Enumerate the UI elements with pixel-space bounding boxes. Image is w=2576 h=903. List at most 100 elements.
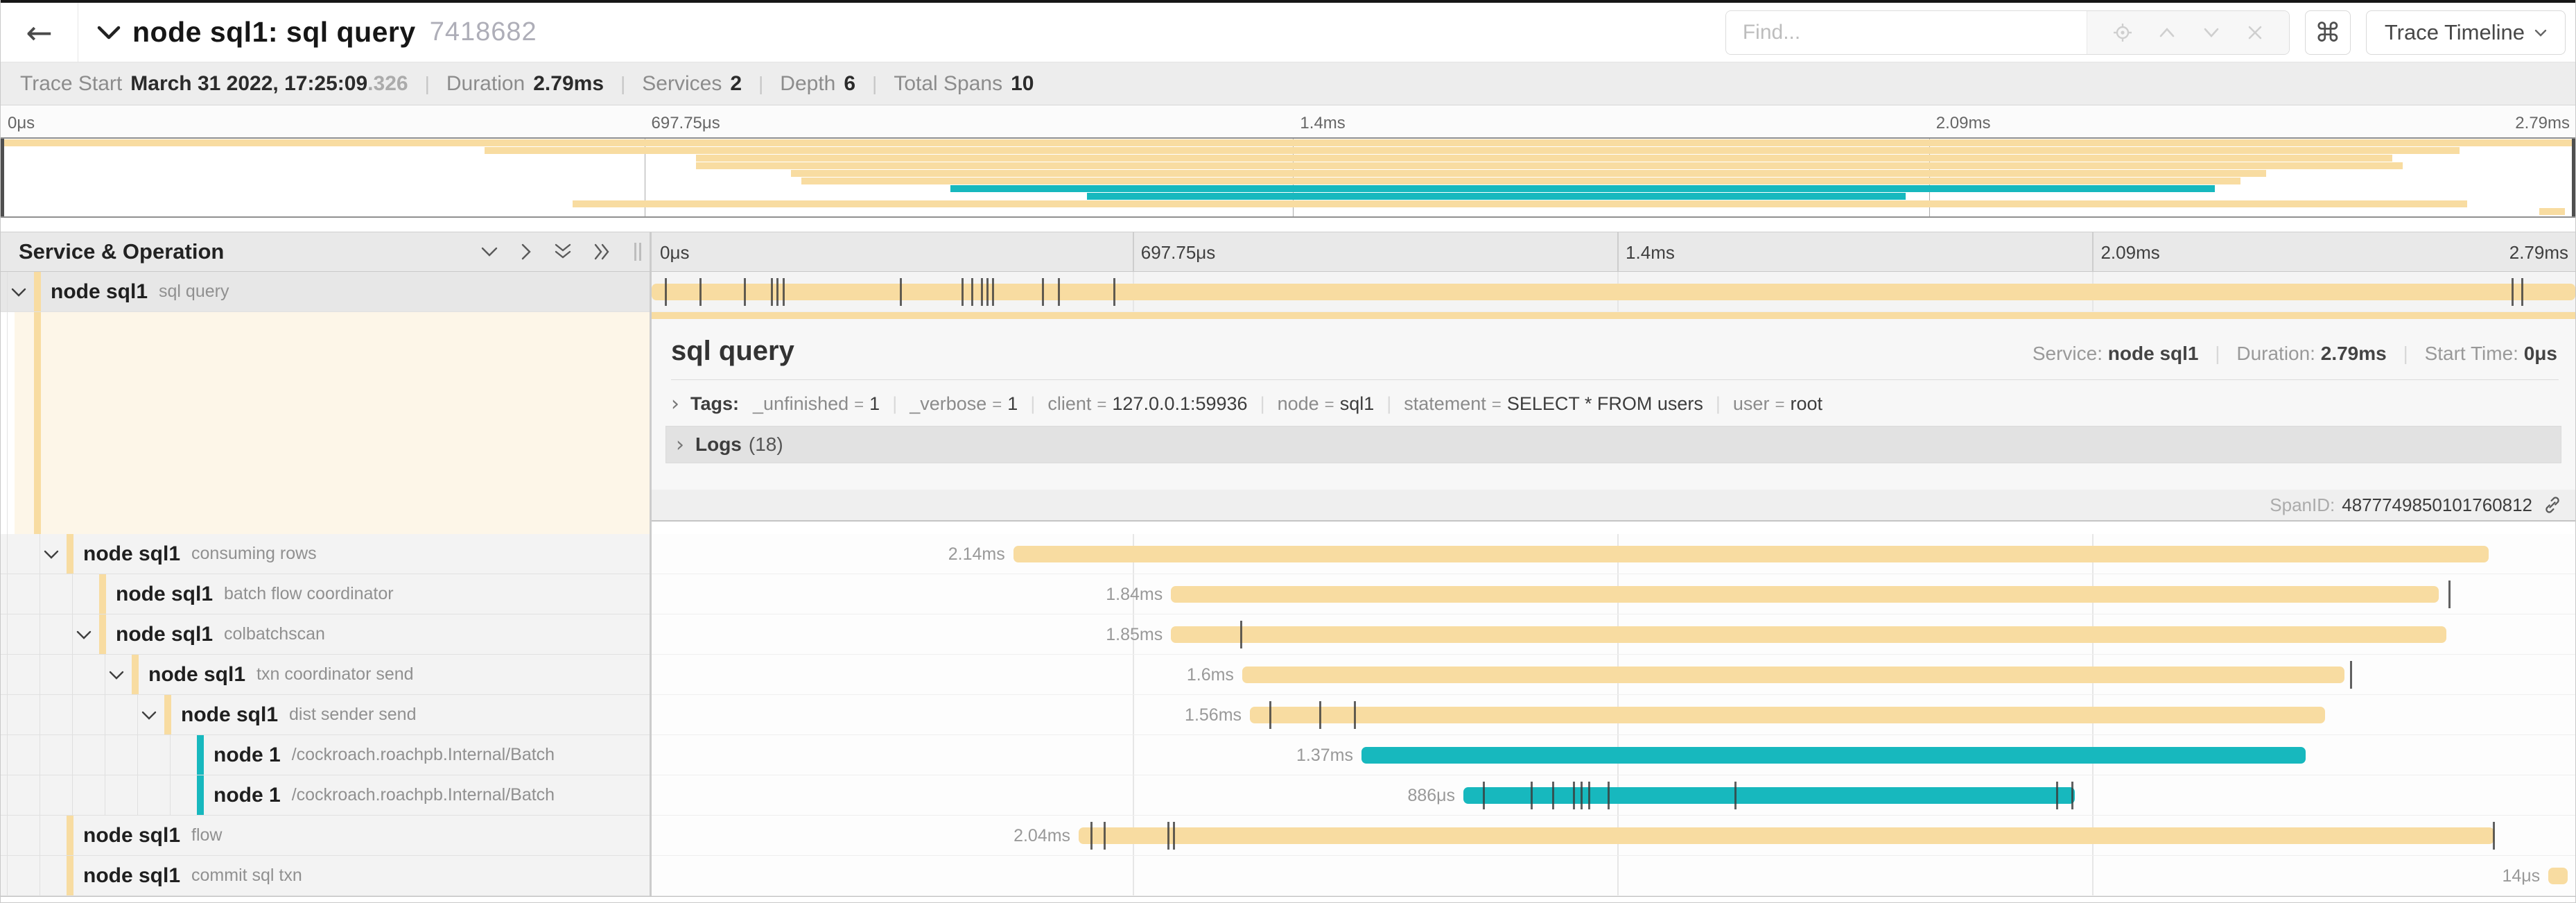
- span-service: node sql1: [116, 623, 213, 646]
- minimap-tick: 1.4ms: [1300, 114, 1345, 133]
- span-bar[interactable]: [1242, 666, 2344, 683]
- columns-header: Service & Operation 0μs 697.75μs 1.4ms 2…: [1, 232, 2575, 272]
- collapse-span-chevron-icon[interactable]: [108, 670, 125, 680]
- logs-accordion[interactable]: › Logs (18): [665, 426, 2561, 463]
- timeline-row-consuming-rows[interactable]: 2.14ms: [652, 534, 2575, 574]
- timeline-row-dist-sender-send[interactable]: 1.56ms: [652, 695, 2575, 735]
- span-bar[interactable]: [1463, 787, 2075, 804]
- log-marker: [2448, 580, 2451, 608]
- tree-row-colbatchscan[interactable]: node sql1colbatchscan: [1, 614, 650, 655]
- log-marker: [699, 278, 702, 306]
- tag-separator: |: [892, 393, 897, 415]
- span-bar[interactable]: [2548, 868, 2568, 884]
- detail-start-time-value: 0μs: [2524, 343, 2557, 364]
- log-marker: [900, 278, 902, 306]
- keyboard-shortcuts-button[interactable]: ⌘: [2305, 10, 2351, 55]
- trace-title-area[interactable]: node sql1: sql query 7418682: [96, 16, 537, 49]
- collapse-span-chevron-icon[interactable]: [43, 549, 60, 560]
- span-bar[interactable]: [1250, 707, 2325, 723]
- log-marker: [2350, 661, 2352, 689]
- span-bar[interactable]: [1013, 546, 2489, 562]
- tag-value: 1: [1007, 393, 1018, 414]
- span-id-label: SpanID:: [2270, 495, 2335, 516]
- find-next-icon[interactable]: [2202, 24, 2221, 41]
- axis-separator: [1617, 232, 1619, 271]
- timeline-gridline: [2092, 856, 2094, 895]
- log-marker: [1173, 822, 1175, 850]
- timeline-row-commit-sql-txn[interactable]: 14μs: [652, 856, 2575, 896]
- tag-key: statement: [1404, 393, 1486, 414]
- find-input[interactable]: [1726, 11, 2087, 54]
- minimap-tick: 2.09ms: [1936, 114, 1991, 133]
- span-service: node sql1: [148, 663, 245, 687]
- span-bar[interactable]: [652, 284, 2575, 300]
- minimap-span-row: [1, 139, 2575, 147]
- column-resizer-grip[interactable]: [634, 243, 641, 261]
- expand-one-level-icon[interactable]: [519, 243, 533, 261]
- span-operation: commit sql txn: [191, 866, 302, 886]
- tree-row-internal-batch-1[interactable]: node 1/cockroach.roachpb.Internal/Batch: [1, 735, 650, 775]
- span-duration-label: 14μs: [2502, 856, 2540, 896]
- expand-all-icon[interactable]: [593, 243, 612, 261]
- collapse-span-chevron-icon[interactable]: [10, 287, 27, 298]
- timeline-row-sql-query[interactable]: [652, 272, 2575, 312]
- collapse-span-chevron-icon[interactable]: [76, 630, 92, 640]
- tree-row-txn-coordinator-send[interactable]: node sql1 txn coordinator send: [1, 655, 650, 695]
- timeline-row-internal-batch-1[interactable]: 1.37ms: [652, 735, 2575, 775]
- find-clear-icon[interactable]: [2246, 24, 2264, 42]
- find-prev-icon[interactable]: [2157, 24, 2177, 41]
- log-marker: [783, 278, 785, 306]
- summary-separator: |: [620, 73, 625, 95]
- minimap-left-handle[interactable]: [1, 139, 4, 216]
- axis-tick: 0μs: [660, 242, 689, 264]
- minimap-span-row: [1, 208, 2575, 216]
- timeline-gridline: [1133, 775, 1134, 815]
- span-duration-label: 2.14ms: [948, 534, 1005, 574]
- tree-row-consuming-rows[interactable]: node sql1consuming rows: [1, 534, 650, 574]
- timeline-row-flow[interactable]: 2.04ms: [652, 816, 2575, 856]
- tree-row-commit-sql-txn[interactable]: node sql1commit sql txn: [1, 856, 650, 896]
- indent-guide: [7, 816, 8, 855]
- back-button[interactable]: ←: [1, 3, 78, 62]
- minimap[interactable]: [1, 137, 2575, 218]
- span-detail-area: sql query Service: node sql1 | Duration:…: [652, 312, 2575, 534]
- locate-icon[interactable]: [2112, 22, 2133, 43]
- trace-view-selector[interactable]: Trace Timeline: [2366, 10, 2566, 55]
- minimap-span-row: [1, 155, 2575, 162]
- span-operation: txn coordinator send: [256, 664, 414, 685]
- span-bar[interactable]: [1361, 747, 2306, 764]
- tree-row-internal-batch-2[interactable]: node 1/cockroach.roachpb.Internal/Batch: [1, 775, 650, 816]
- indent-guide: [7, 272, 8, 311]
- span-operation: /cockroach.roachpb.Internal/Batch: [292, 785, 555, 805]
- tree-row-sql-query[interactable]: node sql1sql query: [1, 272, 650, 312]
- service-color-stripe: [67, 534, 73, 574]
- timeline-row-batch-flow-coordinator[interactable]: 1.84ms: [652, 574, 2575, 614]
- tree-row-batch-flow-coordinator[interactable]: node sql1batch flow coordinator: [1, 574, 650, 614]
- span-operation: sql query: [159, 282, 229, 302]
- timeline-row-colbatchscan[interactable]: 1.85ms: [652, 614, 2575, 655]
- tag-equals: =: [1492, 395, 1502, 414]
- tag-key: user: [1733, 393, 1770, 414]
- collapse-one-level-icon[interactable]: [480, 245, 498, 259]
- minimap-right-handle[interactable]: [2572, 139, 2575, 216]
- indent-guide: [7, 534, 8, 574]
- timeline-row-txn-coordinator-send[interactable]: 1.6ms: [652, 655, 2575, 695]
- tree-row-flow[interactable]: node sql1flow: [1, 816, 650, 856]
- collapse-span-chevron-icon[interactable]: [141, 710, 157, 721]
- span-duration-label: 1.85ms: [1106, 614, 1163, 655]
- indent-guide: [137, 735, 138, 775]
- tags-accordion[interactable]: › Tags: _unfinished=1 | _verbose=1 | cli…: [671, 386, 2559, 422]
- span-bar[interactable]: [1079, 827, 2494, 844]
- detail-span-meta: Service: node sql1 | Duration: 2.79ms | …: [2033, 343, 2557, 365]
- link-icon[interactable]: [2542, 495, 2563, 515]
- span-bar[interactable]: [1171, 626, 2446, 643]
- chevron-right-icon: ›: [676, 433, 684, 457]
- collapse-trace-chevron-icon[interactable]: [96, 24, 121, 41]
- log-marker: [986, 278, 989, 306]
- collapse-all-icon[interactable]: [554, 242, 572, 261]
- timeline-row-internal-batch-2[interactable]: 886μs: [652, 775, 2575, 816]
- span-bar[interactable]: [1171, 586, 2439, 603]
- tree-row-dist-sender-send[interactable]: node sql1dist sender send: [1, 695, 650, 735]
- axis-separator: [1133, 232, 1134, 271]
- tag-value: 127.0.0.1:59936: [1112, 393, 1247, 414]
